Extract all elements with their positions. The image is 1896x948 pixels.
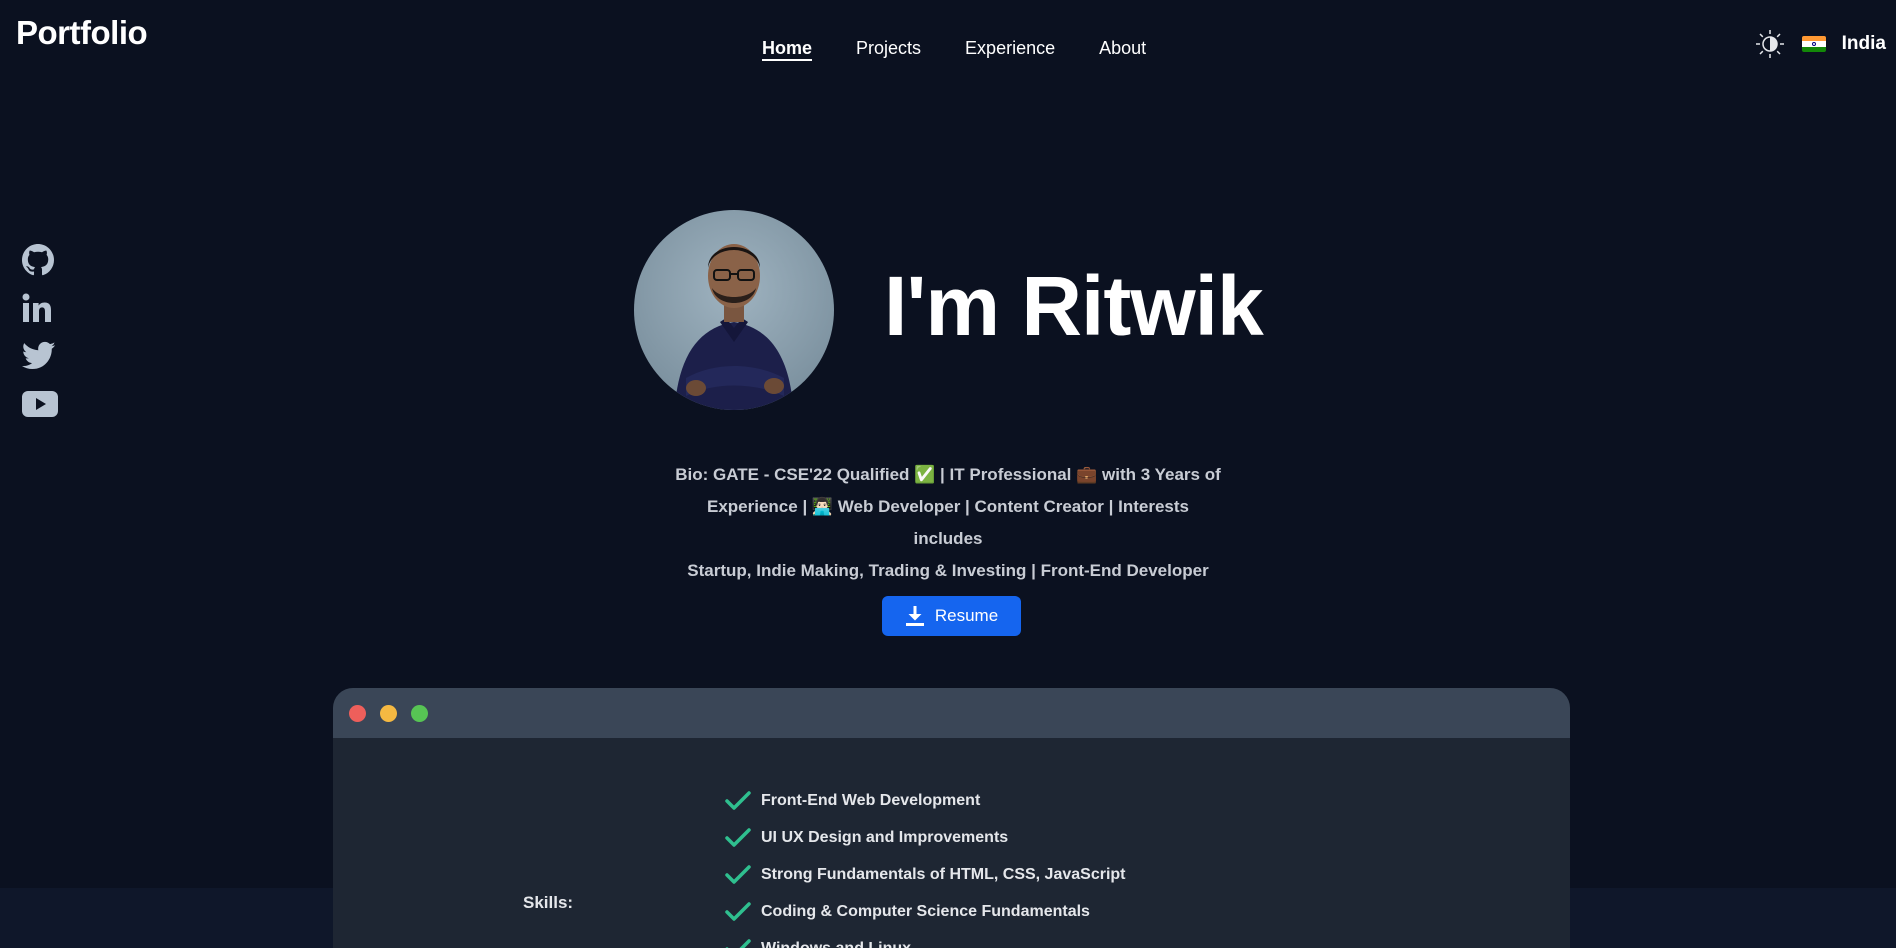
list-item: Coding & Computer Science Fundamentals — [725, 893, 1126, 930]
profile-avatar — [634, 210, 834, 410]
check-icon — [725, 938, 751, 948]
minimize-dot[interactable] — [380, 704, 397, 722]
list-item: Windows and Linux — [725, 930, 1126, 948]
bio-line-3-text: Startup, Indie Making, Trading & Investi… — [687, 561, 1041, 580]
resume-label: Resume — [934, 606, 999, 625]
list-item: Front-End Web Development — [725, 782, 1126, 819]
linkedin-icon[interactable] — [22, 292, 58, 324]
country-label[interactable]: India — [1842, 33, 1886, 55]
site-logo[interactable]: Portfolio — [16, 14, 148, 52]
social-links — [22, 244, 58, 420]
youtube-icon[interactable] — [22, 388, 58, 420]
theme-toggle-icon[interactable] — [1754, 28, 1786, 60]
maximize-dot[interactable] — [411, 704, 428, 722]
nav-experience[interactable]: Experience — [965, 38, 1055, 59]
close-dot[interactable] — [349, 704, 366, 722]
hero-title: I'm Ritwik — [884, 259, 1264, 353]
nav-home[interactable]: Home — [762, 38, 812, 59]
list-item: UI UX Design and Improvements — [725, 819, 1126, 856]
bio-line-3: Startup, Indie Making, Trading & Investi… — [674, 555, 1222, 587]
check-icon — [725, 901, 751, 921]
list-item: Strong Fundamentals of HTML, CSS, JavaSc… — [725, 856, 1126, 893]
skill-text: Windows and Linux — [761, 939, 912, 948]
skill-text: UI UX Design and Improvements — [761, 828, 1009, 846]
window-titlebar — [333, 688, 1570, 738]
check-icon — [725, 827, 751, 847]
bio-text: Bio: GATE - CSE'22 Qualified ✅ | IT Prof… — [674, 459, 1222, 587]
twitter-icon[interactable] — [22, 340, 58, 372]
bio-line-2: Experience | 👨🏻‍💻 Web Developer | Conten… — [707, 497, 1189, 548]
download-icon — [905, 606, 924, 626]
check-icon — [725, 864, 751, 884]
nav-about[interactable]: About — [1099, 38, 1146, 59]
profile-photo — [674, 244, 794, 410]
skills-list: Front-End Web Development UI UX Design a… — [725, 782, 1126, 948]
resume-button[interactable]: Resume — [882, 596, 1021, 636]
header-actions: India — [1754, 28, 1886, 60]
bio-line-1: Bio: GATE - CSE'22 Qualified ✅ | IT Prof… — [675, 465, 1221, 484]
skills-label: Skills: — [523, 893, 574, 912]
skill-text: Strong Fundamentals of HTML, CSS, JavaSc… — [761, 865, 1126, 883]
skill-text: Front-End Web Development — [761, 791, 981, 809]
github-icon[interactable] — [22, 244, 58, 276]
main-nav: Home Projects Experience About — [762, 38, 1146, 59]
check-icon — [725, 790, 751, 810]
nav-projects[interactable]: Projects — [856, 38, 921, 59]
bio-role: Front-End Developer — [1040, 561, 1209, 580]
skills-window: Skills: Front-End Web Development UI UX … — [333, 688, 1570, 948]
skill-text: Coding & Computer Science Fundamentals — [761, 902, 1090, 920]
india-flag-icon[interactable] — [1801, 36, 1826, 52]
